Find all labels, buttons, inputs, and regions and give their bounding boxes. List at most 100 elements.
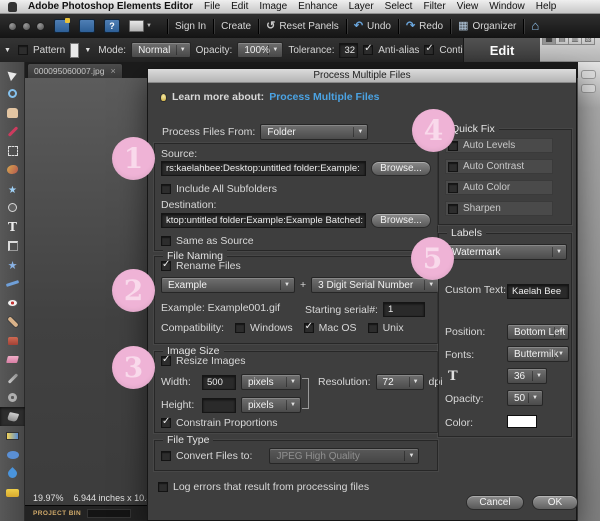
create-button[interactable]: Create	[221, 21, 251, 32]
tool-zoom[interactable]	[0, 84, 25, 103]
tool-preset-caret-icon[interactable]: ▼	[4, 47, 11, 54]
tool-blur[interactable]	[0, 464, 25, 483]
new-file-icon[interactable]	[54, 19, 70, 33]
tool-hand[interactable]	[0, 103, 25, 122]
tool-cookie-cutter[interactable]	[0, 255, 25, 274]
auto-contrast-checkbox[interactable]	[448, 162, 458, 172]
auto-color-checkbox[interactable]	[448, 183, 458, 193]
tool-clone-stamp[interactable]	[0, 331, 25, 350]
tolerance-input[interactable]: 32	[339, 43, 358, 58]
pattern-swatch[interactable]	[70, 43, 79, 58]
opacity-dropdown[interactable]: 100%	[237, 42, 283, 58]
resolution-dropdown[interactable]: 72	[376, 374, 424, 390]
fonts-dropdown[interactable]: Buttermilk	[507, 346, 569, 362]
tool-sponge[interactable]	[0, 483, 25, 502]
tool-eyedropper[interactable]	[0, 122, 25, 141]
source-path-input[interactable]: rs:kaelahbee:Desktop:untitled folder:Exa…	[161, 161, 366, 176]
process-from-dropdown[interactable]: Folder	[260, 124, 368, 140]
tool-type[interactable]	[0, 217, 25, 236]
mode-dropdown[interactable]: Normal	[131, 42, 191, 58]
help-icon[interactable]: ?	[104, 19, 120, 33]
source-browse-button[interactable]: Browse...	[371, 161, 431, 176]
tool-lasso[interactable]	[0, 160, 25, 179]
destination-browse-button[interactable]: Browse...	[371, 213, 431, 228]
resize-images-checkbox[interactable]	[161, 356, 171, 366]
save-icon[interactable]	[79, 19, 95, 33]
menu-filter[interactable]: Filter	[423, 1, 445, 12]
include-subfolders-checkbox[interactable]	[161, 184, 171, 194]
tool-straighten[interactable]	[0, 274, 25, 293]
menu-help[interactable]: Help	[536, 1, 557, 12]
unix-checkbox[interactable]	[368, 323, 378, 333]
tab-close-icon[interactable]: ×	[110, 66, 115, 76]
tool-marquee[interactable]	[0, 141, 25, 160]
edit-tab-button[interactable]: Edit	[463, 38, 540, 62]
tool-smart-brush[interactable]	[0, 388, 25, 407]
apple-logo-icon[interactable]	[8, 2, 17, 12]
home-button[interactable]	[531, 19, 539, 33]
convert-files-checkbox[interactable]	[161, 451, 171, 461]
label-type-dropdown[interactable]: Watermark	[445, 244, 567, 260]
destination-path-input[interactable]: ktop:untitled folder:Example:Example Bat…	[161, 213, 366, 228]
constrain-proportions-checkbox[interactable]	[161, 418, 171, 428]
sharpen-checkbox[interactable]	[448, 204, 458, 214]
tool-magic-wand[interactable]	[0, 179, 25, 198]
width-input[interactable]: 500	[202, 375, 236, 390]
document-name-dropdown[interactable]: Example	[161, 277, 295, 293]
same-as-source-checkbox[interactable]	[161, 236, 171, 246]
font-size-dropdown[interactable]: 36	[507, 368, 547, 384]
project-bin[interactable]: PROJECT BIN	[25, 505, 147, 521]
starting-serial-input[interactable]: 1	[383, 302, 425, 317]
height-input[interactable]	[202, 398, 236, 413]
undo-button[interactable]: Undo	[354, 21, 391, 32]
height-unit-dropdown[interactable]: pixels	[241, 397, 301, 413]
menu-view[interactable]: View	[457, 1, 479, 12]
menu-file[interactable]: File	[204, 1, 220, 12]
cancel-button[interactable]: Cancel	[466, 495, 524, 510]
log-errors-checkbox[interactable]	[158, 482, 168, 492]
tool-eraser[interactable]	[0, 350, 25, 369]
tool-brush[interactable]	[0, 369, 25, 388]
convert-format-dropdown[interactable]: JPEG High Quality	[269, 448, 419, 464]
window-close-button[interactable]	[8, 22, 17, 31]
menu-select[interactable]: Select	[385, 1, 413, 12]
serial-number-dropdown[interactable]: 3 Digit Serial Number	[311, 277, 439, 293]
width-unit-dropdown[interactable]: pixels	[241, 374, 301, 390]
anti-alias-checkbox[interactable]	[363, 45, 373, 55]
tool-crop[interactable]	[0, 236, 25, 255]
organizer-button[interactable]: Organizer	[458, 21, 516, 32]
menu-window[interactable]: Window	[489, 1, 525, 12]
ok-button[interactable]: OK	[532, 495, 578, 510]
learn-more-link[interactable]: Process Multiple Files	[269, 91, 379, 103]
windows-checkbox[interactable]	[235, 323, 245, 333]
mac-os-checkbox[interactable]	[304, 323, 314, 333]
menu-edit[interactable]: Edit	[231, 1, 248, 12]
reset-panels-button[interactable]: Reset Panels	[266, 21, 339, 32]
window-zoom-button[interactable]	[36, 22, 45, 31]
position-dropdown[interactable]: Bottom Left	[507, 324, 569, 340]
tool-move[interactable]	[0, 65, 25, 84]
pattern-checkbox[interactable]	[18, 45, 28, 55]
tool-healing-brush[interactable]	[0, 312, 25, 331]
layout-caret-icon[interactable]: ▼	[146, 23, 152, 29]
document-tab[interactable]: 000095060007.jpg ×	[27, 63, 123, 78]
tool-shape[interactable]	[0, 445, 25, 464]
sign-in-button[interactable]: Sign In	[175, 21, 206, 32]
zoom-percentage[interactable]: 19.97%	[33, 493, 64, 503]
rename-files-checkbox[interactable]	[161, 261, 171, 271]
pattern-caret-icon[interactable]: ▼	[84, 47, 91, 54]
redo-button[interactable]: Redo	[406, 21, 443, 32]
custom-text-input[interactable]: Kaelah Bee	[507, 284, 569, 299]
tool-quick-selection[interactable]	[0, 198, 25, 217]
menu-layer[interactable]: Layer	[349, 1, 374, 12]
contiguous-checkbox[interactable]	[424, 45, 434, 55]
dialog-title-bar[interactable]: Process Multiple Files	[148, 69, 576, 83]
tool-red-eye[interactable]	[0, 293, 25, 312]
arrange-layout-icon[interactable]	[129, 20, 144, 32]
window-minimize-button[interactable]	[22, 22, 31, 31]
watermark-opacity-dropdown[interactable]: 50	[507, 390, 543, 406]
menu-image[interactable]: Image	[259, 1, 287, 12]
tool-paint-bucket[interactable]	[0, 407, 25, 426]
tool-gradient[interactable]	[0, 426, 25, 445]
menu-enhance[interactable]: Enhance	[298, 1, 337, 12]
